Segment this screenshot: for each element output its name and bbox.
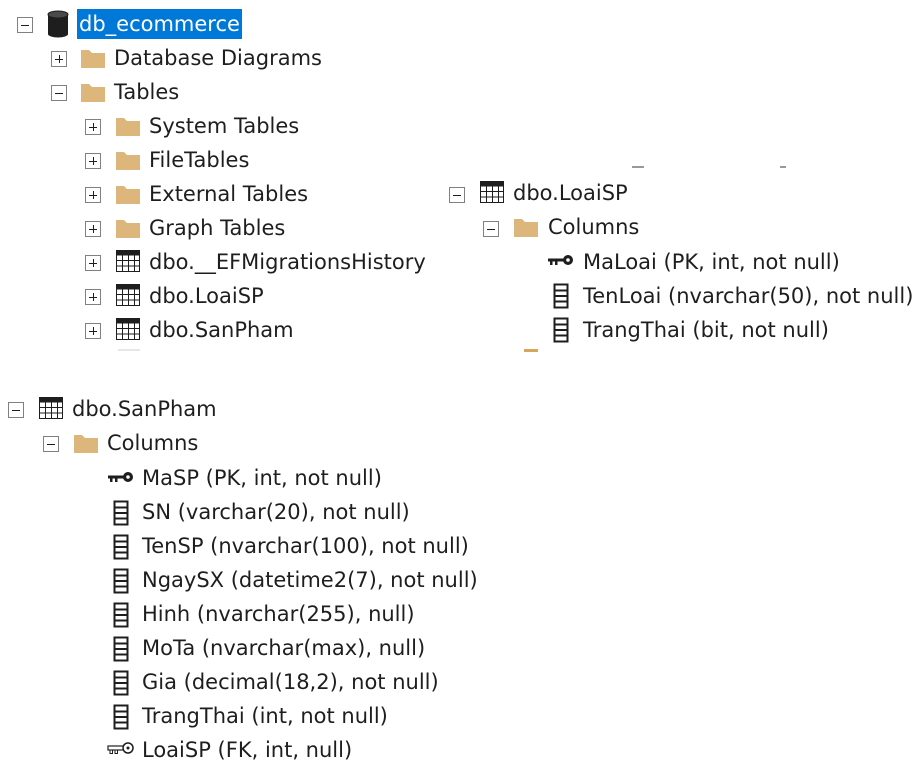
tree-node-ef-migrations-history[interactable]: dbo.__EFMigrationsHistory [149, 247, 426, 277]
column-item-masp[interactable]: MaSP (PK, int, not null) [142, 463, 382, 493]
expand-toggle-database-diagrams[interactable] [51, 51, 67, 67]
primary-key-icon [108, 472, 133, 482]
column-icon [113, 602, 129, 628]
tree-node-sanpham[interactable]: dbo.SanPham [149, 315, 294, 345]
cropped-folder-fragment [524, 349, 538, 352]
collapse-toggle-database[interactable] [17, 17, 33, 33]
column-item-gia[interactable]: Gia (decimal(18,2), not null) [142, 667, 439, 697]
expand-toggle-external-tables[interactable] [85, 187, 101, 203]
column-icon [113, 568, 129, 594]
column-item-maloai[interactable]: MaLoai (PK, int, not null) [583, 247, 840, 277]
tree-node-sanpham-table[interactable]: dbo.SanPham [72, 394, 217, 424]
column-item-loaisp-fk[interactable]: LoaiSP (FK, int, null) [142, 735, 352, 765]
expand-toggle-graph-tables[interactable] [85, 221, 101, 237]
column-icon [113, 534, 129, 560]
expand-toggle-filetables[interactable] [85, 153, 101, 169]
table-icon [39, 397, 63, 419]
column-icon [113, 500, 129, 526]
column-icon [553, 283, 569, 309]
column-icon [553, 317, 569, 343]
table-icon [480, 181, 504, 203]
column-item-mota[interactable]: MoTa (nvarchar(max), null) [142, 633, 425, 663]
tree-node-tables[interactable]: Tables [114, 77, 179, 107]
tree-node-sanpham-columns[interactable]: Columns [107, 428, 198, 458]
folder-icon [81, 84, 105, 102]
tree-node-external-tables[interactable]: External Tables [149, 179, 308, 209]
table-icon [116, 250, 140, 272]
folder-icon [116, 186, 140, 204]
folder-icon [116, 220, 140, 238]
folder-icon [116, 118, 140, 136]
tree-node-database[interactable]: db_ecommerce [77, 9, 242, 39]
table-icon [116, 284, 140, 306]
folder-icon [116, 152, 140, 170]
collapse-toggle-sanpham-table[interactable] [8, 402, 24, 418]
expand-toggle-ef-migrations[interactable] [85, 255, 101, 271]
table-icon [116, 318, 140, 340]
column-item-sn[interactable]: SN (varchar(20), not null) [142, 497, 410, 527]
tree-node-system-tables[interactable]: System Tables [149, 111, 299, 141]
foreign-key-icon [107, 742, 134, 754]
database-icon [47, 10, 69, 38]
column-icon [113, 704, 129, 730]
tree-node-loaisp-columns[interactable]: Columns [548, 212, 639, 242]
column-icon [113, 636, 129, 662]
tree-node-loaisp-table[interactable]: dbo.LoaiSP [513, 178, 628, 208]
expand-toggle-system-tables[interactable] [85, 119, 101, 135]
folder-icon [514, 219, 538, 237]
column-item-hinh[interactable]: Hinh (nvarchar(255), null) [142, 599, 415, 629]
column-item-tenloai[interactable]: TenLoai (nvarchar(50), not null) [583, 281, 913, 311]
column-icon [113, 670, 129, 696]
tree-node-filetables[interactable]: FileTables [149, 145, 249, 175]
cropped-row-fragment [118, 349, 140, 351]
folder-icon [74, 435, 98, 453]
folder-icon [81, 50, 105, 68]
column-item-trangthai[interactable]: TrangThai (int, not null) [142, 701, 388, 731]
collapse-toggle-loaisp[interactable] [449, 187, 465, 203]
column-item-trangthai[interactable]: TrangThai (bit, not null) [583, 315, 829, 345]
column-item-ngaysx[interactable]: NgaySX (datetime2(7), not null) [142, 565, 478, 595]
expand-toggle-loaisp[interactable] [85, 289, 101, 305]
tree-node-database-diagrams[interactable]: Database Diagrams [114, 43, 322, 73]
collapse-toggle-sanpham-columns[interactable] [43, 436, 59, 452]
primary-key-icon [548, 255, 573, 265]
cropped-edge-fragment [780, 166, 786, 168]
cropped-edge-fragment [632, 166, 644, 168]
collapse-toggle-tables[interactable] [51, 85, 67, 101]
column-item-tensp[interactable]: TenSP (nvarchar(100), not null) [142, 531, 469, 561]
tree-node-graph-tables[interactable]: Graph Tables [149, 213, 285, 243]
expand-toggle-sanpham[interactable] [85, 323, 101, 339]
tree-node-loaisp[interactable]: dbo.LoaiSP [149, 281, 264, 311]
collapse-toggle-loaisp-columns[interactable] [483, 221, 499, 237]
